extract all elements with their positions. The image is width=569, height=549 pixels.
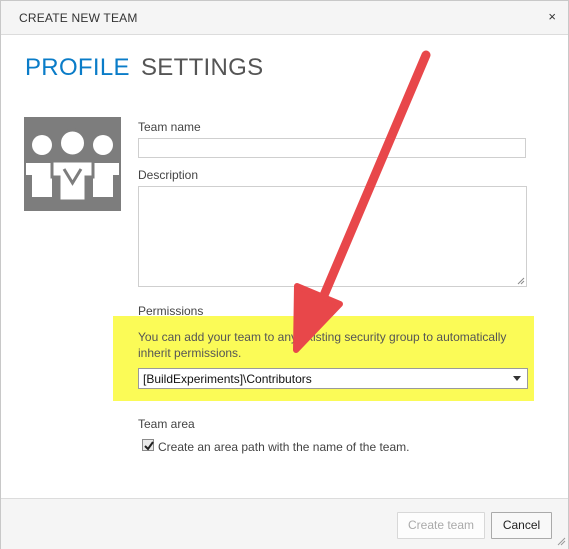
chevron-down-icon [513,376,521,381]
description-label: Description [138,168,199,182]
team-area-label: Team area [138,417,195,431]
team-group-icon [26,128,119,203]
dialog-titlebar: CREATE NEW TEAM × [1,1,568,35]
area-path-checkbox-label[interactable]: Create an area path with the name of the… [158,440,409,454]
close-icon[interactable]: × [548,10,556,23]
team-image[interactable] [24,117,121,211]
description-textarea[interactable] [138,186,527,287]
permissions-hint: You can add your team to any existing se… [138,330,507,360]
permissions-selected-value: [BuildExperiments]\Contributors [143,372,312,386]
tab-profile[interactable]: PROFILE [25,54,130,82]
resize-grip-icon[interactable] [517,277,525,285]
permissions-select[interactable]: [BuildExperiments]\Contributors [138,368,528,389]
dialog-resize-grip-icon[interactable] [556,536,566,546]
cancel-button[interactable]: Cancel [491,512,552,539]
checkmark-icon [144,441,154,451]
team-name-label: Team name [138,120,201,134]
team-name-input[interactable] [138,138,526,158]
dialog-title: CREATE NEW TEAM [19,11,138,25]
tab-settings[interactable]: SETTINGS [141,54,263,82]
create-team-dialog: CREATE NEW TEAM × PROFILE SETTINGS Team … [0,0,569,549]
area-path-checkbox[interactable] [142,439,154,451]
create-team-button[interactable]: Create team [397,512,485,539]
